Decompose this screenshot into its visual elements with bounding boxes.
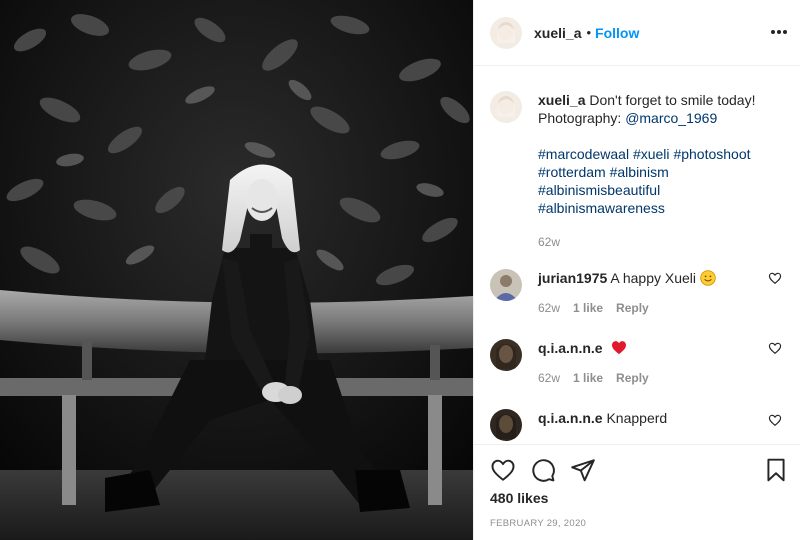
comment-text: q.i.a.n.n.e — [538, 339, 758, 357]
post-photo[interactable] — [0, 0, 473, 540]
comment-like-icon[interactable] — [768, 413, 782, 427]
hashtag-link[interactable]: #albinism — [610, 164, 669, 180]
post-date: FEBRUARY 29, 2020 — [490, 518, 587, 529]
hashtag-link[interactable]: #rotterdam — [538, 164, 606, 180]
caption-hashtags: #marcodewaal #xueli #photoshoot #rotterd… — [538, 145, 788, 217]
comment-like-icon[interactable] — [768, 271, 782, 285]
likes-count[interactable]: 480 likes — [490, 490, 548, 506]
heart-outline-icon[interactable] — [490, 457, 516, 483]
follow-button[interactable]: Follow — [595, 25, 639, 41]
caption-timestamp[interactable]: 62w — [538, 233, 788, 251]
comment-likes[interactable]: 1 like — [573, 371, 603, 385]
comment-username[interactable]: q.i.a.n.n.e — [538, 340, 603, 356]
comment-actions: 62w 1 like Reply — [538, 371, 649, 385]
comment-like-icon[interactable] — [768, 341, 782, 355]
more-options-icon[interactable] — [769, 22, 789, 42]
reply-button[interactable]: Reply — [616, 371, 649, 385]
comment-body: A happy Xueli — [610, 270, 697, 286]
author-username[interactable]: xueli_a — [534, 25, 581, 41]
comment-icon[interactable] — [530, 457, 556, 483]
comment-text: q.i.a.n.n.e Knapperd — [538, 409, 758, 427]
action-bar — [490, 457, 790, 483]
caption-body: xueli_a Don't forget to smile today! Pho… — [538, 91, 788, 251]
comments-scroll-area[interactable]: xueli_a Don't forget to smile today! Pho… — [474, 67, 800, 444]
commenter-avatar[interactable] — [490, 339, 522, 371]
comment-text: jurian1975 A happy Xueli — [538, 269, 758, 287]
instagram-post: xueli_a • Follow xueli_a Don't forget to… — [0, 0, 800, 540]
comment-timestamp[interactable]: 62w — [538, 301, 560, 315]
hashtag-link[interactable]: #xueli — [633, 146, 670, 162]
caption-credit-mention[interactable]: @marco_1969 — [625, 110, 717, 126]
reply-button[interactable]: Reply — [616, 301, 649, 315]
comment-username[interactable]: q.i.a.n.n.e — [538, 410, 603, 426]
caption-avatar[interactable] — [490, 91, 522, 123]
author-avatar[interactable] — [490, 16, 522, 49]
hashtag-link[interactable]: #albinismawareness — [538, 200, 665, 216]
caption-credit-prefix: Photography: — [538, 110, 622, 126]
red-heart-emoji — [612, 341, 627, 355]
commenter-avatar[interactable] — [490, 269, 522, 301]
commenter-avatar[interactable] — [490, 409, 522, 441]
hashtag-link[interactable]: #photoshoot — [673, 146, 750, 162]
bookmark-icon[interactable] — [763, 457, 789, 483]
hashtag-link[interactable]: #marcodewaal — [538, 146, 629, 162]
comment-body: Knapperd — [606, 410, 668, 426]
caption-username[interactable]: xueli_a — [538, 92, 585, 108]
comment-timestamp[interactable]: 62w — [538, 371, 560, 385]
header-separator: • — [586, 25, 592, 40]
smiling-face-emoji — [700, 270, 716, 286]
hashtag-link[interactable]: #albinismisbeautiful — [538, 182, 660, 198]
post-footer: 480 likes FEBRUARY 29, 2020 — [474, 444, 800, 540]
paper-plane-icon[interactable] — [570, 457, 596, 483]
comment-likes[interactable]: 1 like — [573, 301, 603, 315]
post-header: xueli_a • Follow — [474, 0, 800, 66]
post-side-panel: xueli_a • Follow xueli_a Don't forget to… — [473, 0, 800, 540]
comment-actions: 62w 1 like Reply — [538, 301, 649, 315]
comment-username[interactable]: jurian1975 — [538, 270, 607, 286]
caption-text: Don't forget to smile today! — [589, 92, 756, 108]
